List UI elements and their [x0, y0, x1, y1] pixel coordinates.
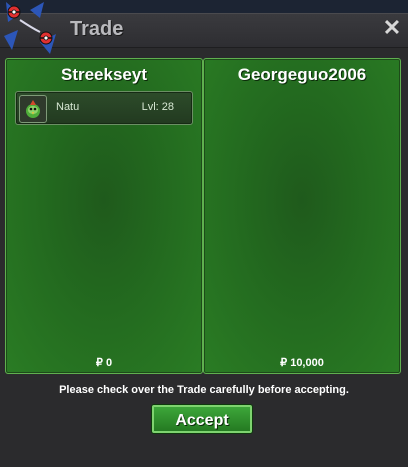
- trade-item-row[interactable]: Natu Lvl: 28: [15, 91, 193, 125]
- item-level: Lvl: 28: [141, 101, 174, 113]
- left-money-amount: ₽ 0: [95, 357, 113, 369]
- right-player-name: Georgeguo2006: [237, 65, 367, 84]
- left-trade-panel: Streekseyt Natu Lvl: 28 ₽ 0: [5, 58, 203, 374]
- accept-button[interactable]: Accept: [152, 405, 252, 433]
- left-player-name: Streekseyt: [60, 65, 147, 84]
- window-title: Trade: [70, 18, 124, 40]
- right-trade-panel: Georgeguo2006 ₽ 10,000: [203, 58, 401, 374]
- right-money-amount: ₽ 10,000: [280, 357, 324, 369]
- trade-window: Trade ✕ Streekseyt Natu Lvl: 28 ₽ 0 Geor…: [0, 13, 408, 467]
- item-name: Natu: [56, 101, 80, 113]
- close-button[interactable]: ✕: [382, 17, 402, 39]
- trade-notice: Please check over the Trade carefully be…: [59, 384, 349, 396]
- natu-sprite-icon: [19, 95, 47, 123]
- pokeball-logo-icon: [0, 0, 64, 56]
